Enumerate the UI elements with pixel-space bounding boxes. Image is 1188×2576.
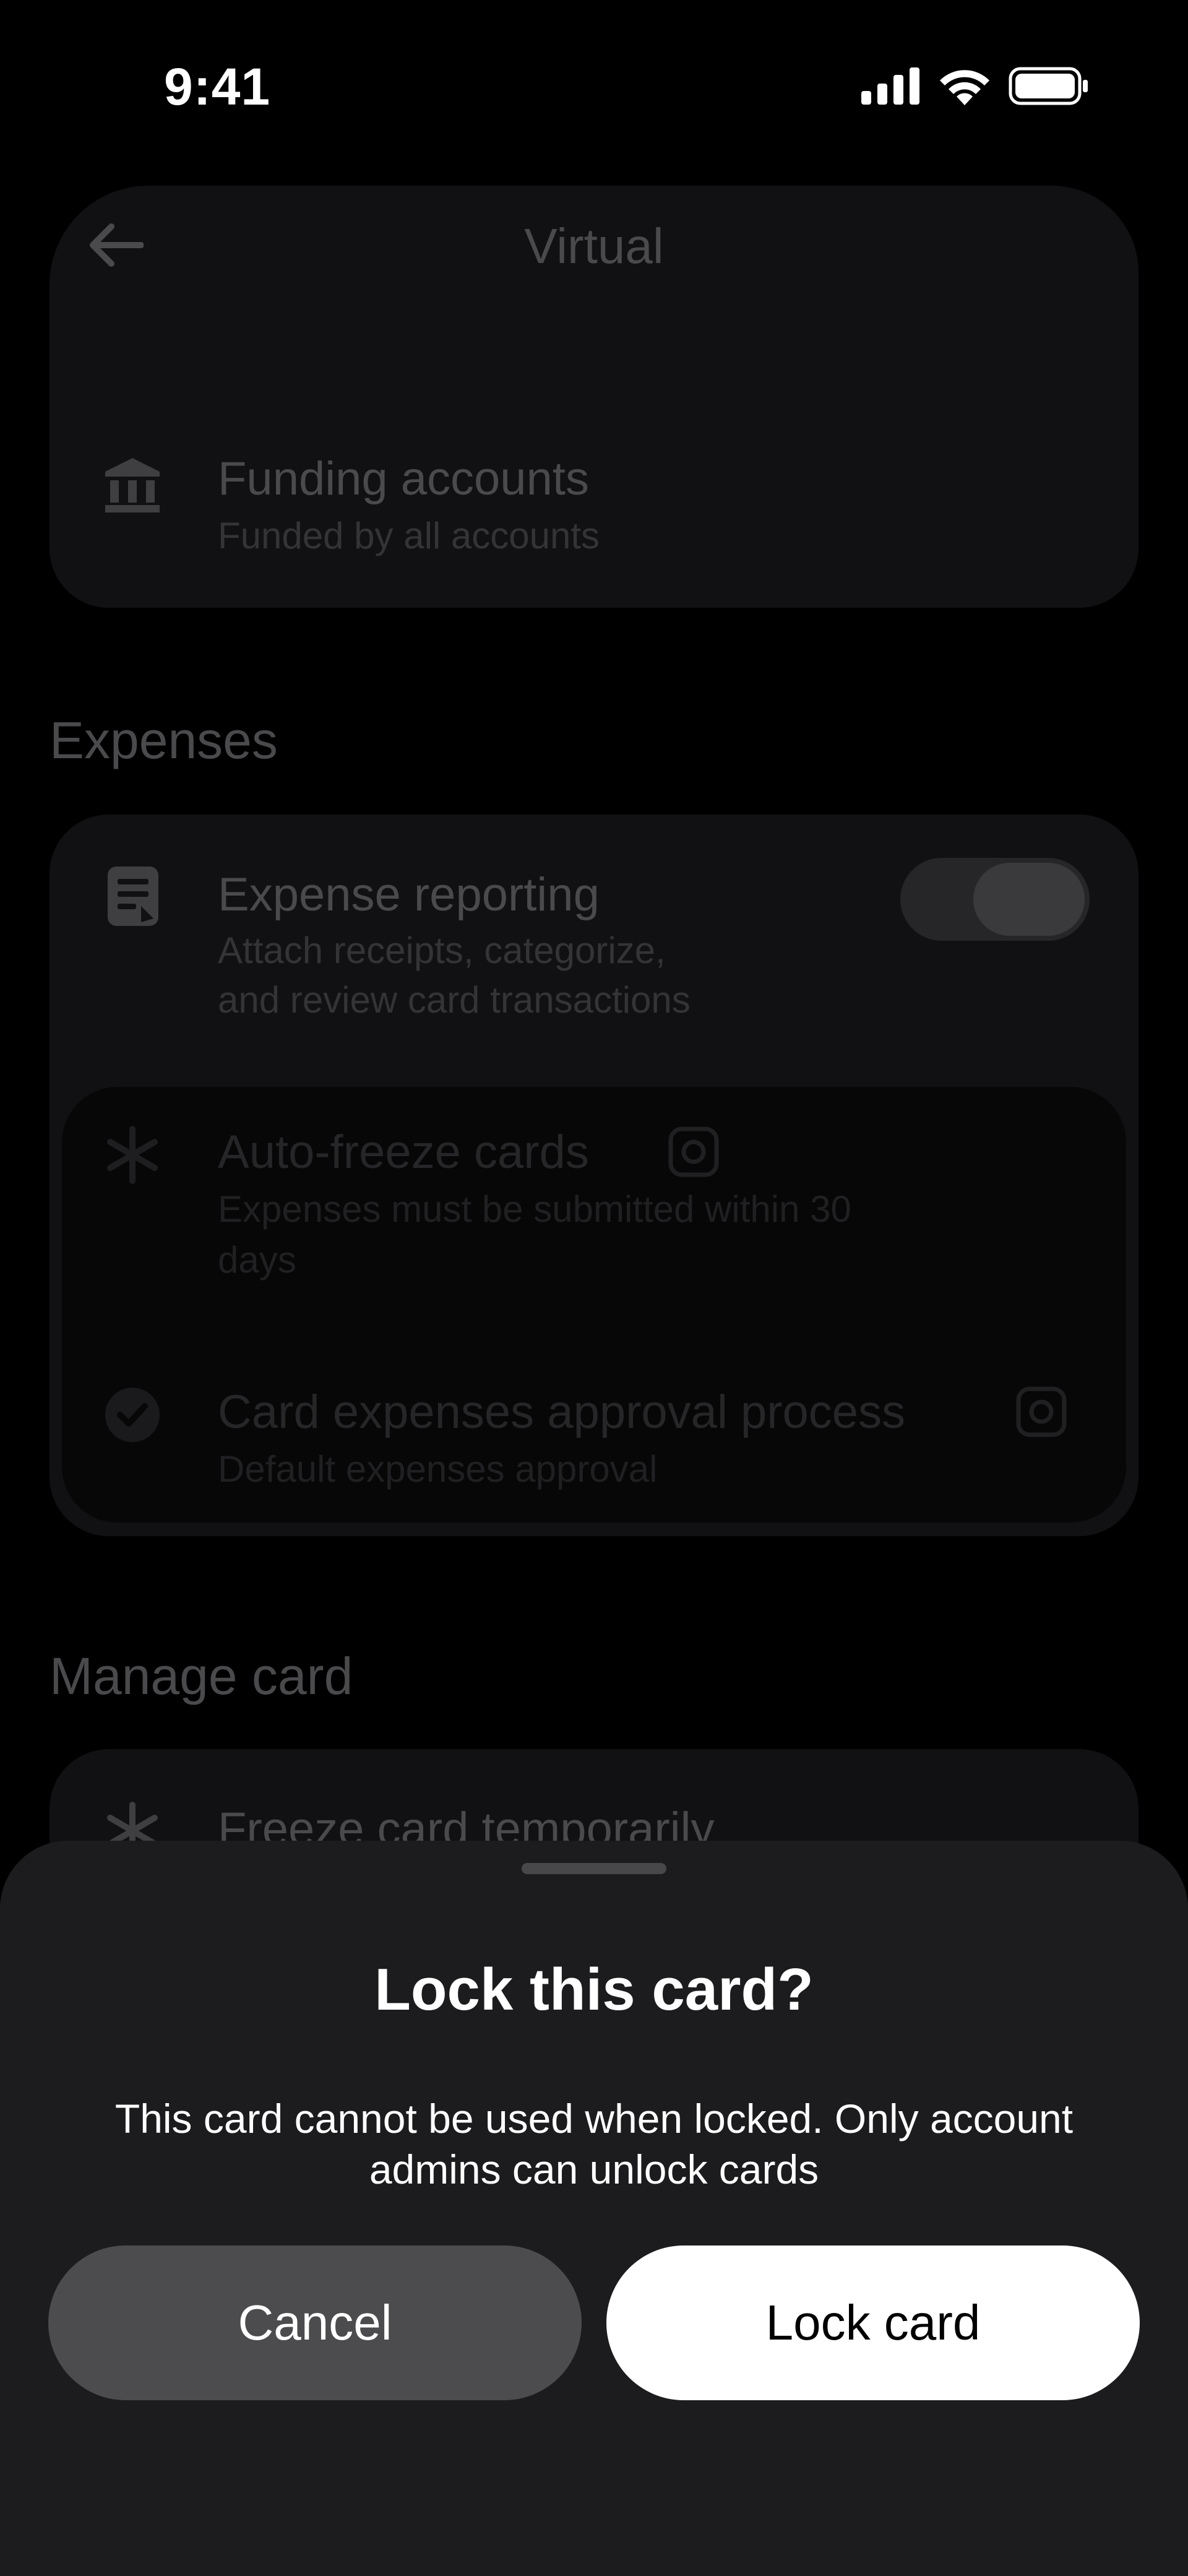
expense-reporting-subtitle-1: Attach receipts, categorize, [218,930,666,971]
upgrade-badge-icon [668,1126,719,1177]
sheet-title: Lock this card? [374,1956,814,2023]
auto-freeze-subtitle-2: days [218,1239,296,1281]
page-title: Virtual [524,218,664,274]
receipt-icon [108,867,158,926]
sheet-message-line-1: This card cannot be used when locked. On… [114,2096,1074,2142]
manage-section-title: Manage card [50,1647,353,1705]
expense-reporting-toggle[interactable] [900,858,1090,941]
lock-card-sheet [0,1841,1188,2576]
snowflake-icon [107,1126,158,1184]
approval-process-title: Card expenses approval process [218,1386,906,1438]
cancel-button[interactable]: Cancel [48,2245,582,2400]
check-circle-icon [105,1388,160,1442]
auto-freeze-subtitle-1: Expenses must be submitted within 30 [218,1188,851,1230]
lock-card-button[interactable]: Lock card [606,2245,1140,2400]
sheet-grabber[interactable] [522,1863,666,1874]
toggle-knob [973,863,1085,936]
funding-subtitle: Funded by all accounts [218,515,600,556]
upgrade-badge-icon [1016,1386,1067,1437]
sheet-message: This card cannot be used when locked. On… [37,2093,1151,2195]
expenses-section-title: Expenses [50,711,278,769]
bank-icon [105,458,160,512]
approval-process-subtitle: Default expenses approval [218,1448,658,1490]
expense-reporting-title: Expense reporting [218,868,600,921]
funding-title: Funding accounts [218,452,589,505]
sheet-message-line-2: admins can unlock cards [369,2146,819,2192]
auto-freeze-title: Auto-freeze cards [218,1126,589,1178]
expense-reporting-subtitle-2: and review card transactions [218,979,691,1021]
